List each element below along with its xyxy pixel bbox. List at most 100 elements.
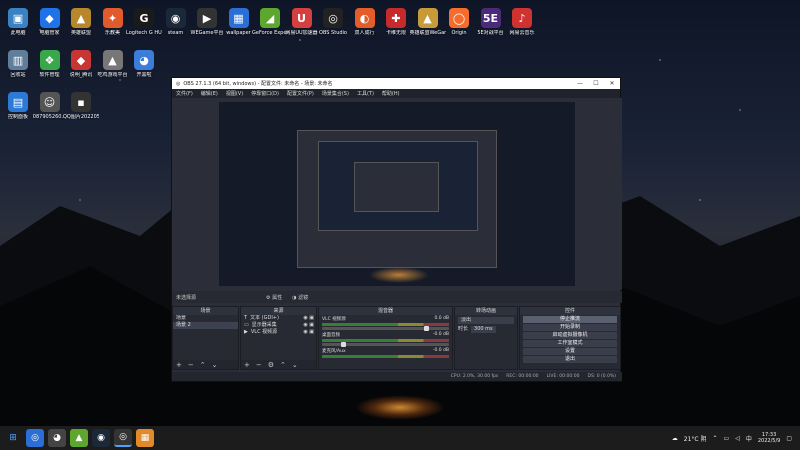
nested-capture-1	[297, 130, 497, 268]
desktop-icon-label: QQ图片20220509...	[63, 114, 99, 120]
nested-capture-2	[318, 141, 478, 231]
move-up-button[interactable]: ⌃	[280, 361, 286, 369]
add-scene-button[interactable]: +	[176, 361, 182, 369]
preview-right-margin	[575, 98, 622, 290]
obs-title-bar[interactable]: ◎ OBS 27.1.3 (64 bit, windows) - 配置文件: 未…	[172, 78, 620, 89]
scene-item[interactable]: 场景	[173, 315, 238, 322]
duration-input[interactable]: 300 ms	[471, 326, 496, 333]
scenes-dock-footer: + − ⌃ ⌄	[173, 360, 238, 369]
desktop-icon[interactable]: ▪ QQ图片20220509...	[63, 92, 99, 120]
menu-tools[interactable]: 工具(T)	[357, 90, 374, 97]
clock[interactable]: 17:33 2022/5/9	[758, 432, 780, 444]
taskbar-app-icon[interactable]: ◕	[48, 429, 66, 447]
volume-knob[interactable]	[423, 326, 429, 331]
source-label: VLC 视频源	[250, 329, 278, 335]
settings-button[interactable]: 设置	[523, 348, 617, 355]
move-down-button[interactable]: ⌄	[212, 361, 218, 369]
obs-window-title: OBS 27.1.3 (64 bit, windows) - 配置文件: 未命名…	[183, 81, 333, 87]
status-live: LIVE: 00:00:00	[546, 374, 580, 379]
scene-item[interactable]: 场景 2	[173, 322, 238, 329]
desktop-icon-label: 网易云音乐	[509, 30, 535, 36]
taskbar-app-icon[interactable]: ▲	[70, 429, 88, 447]
close-button[interactable]: ✕	[604, 80, 620, 87]
duration-label: 时长	[458, 326, 469, 332]
mixer-dock-title: 混音器	[319, 307, 452, 315]
desktop-app-icon: ♪	[512, 8, 532, 28]
channel-db: 0.0 dB	[434, 316, 449, 321]
status-rec: REC: 00:00:00	[506, 374, 539, 379]
text-source-icon: T	[244, 315, 248, 321]
filters-button[interactable]: ◑ 滤镜	[292, 294, 308, 301]
taskbar-app-icon[interactable]: ◎	[26, 429, 44, 447]
volume-slider[interactable]	[322, 326, 449, 331]
weather-cloud-icon: ☁	[671, 434, 678, 442]
obs-logo-icon: ◎	[176, 80, 181, 87]
desktop-icon[interactable]: ◕ 开黑啦	[126, 50, 162, 78]
status-bar: CPU: 2.0%, 30.00 fps REC: 00:00:00 LIVE:…	[172, 372, 622, 381]
menu-view[interactable]: 视图(V)	[226, 90, 243, 97]
network-icon[interactable]: ▭	[724, 435, 730, 442]
visibility-eye-icon[interactable]: ◉ ▣	[303, 329, 314, 336]
start-virtual-camera-button[interactable]: 启动虚拟摄像机	[523, 332, 617, 339]
properties-button[interactable]: ⚙ 属性	[266, 294, 282, 301]
status-dropped: DS: 0 (0.0%)	[587, 374, 616, 379]
start-button[interactable]: ⊞	[4, 429, 22, 447]
volume-knob[interactable]	[341, 342, 347, 347]
ime-icon[interactable]: 中	[746, 434, 752, 443]
desktop-app-icon: ▶	[197, 8, 217, 28]
system-tray: ☁ 21°C 阴 ⌃ ▭ ◁ 中 17:33 2022/5/9 ▢	[672, 432, 800, 444]
add-source-button[interactable]: +	[244, 361, 250, 369]
desktop-app-icon: ▤	[8, 92, 28, 112]
exit-button[interactable]: 退出	[523, 356, 617, 363]
obs-menu-bar: 文件(F) 编辑(E) 视图(V) 停靠窗口(D) 配置文件(P) 场景集合(S…	[172, 89, 620, 98]
notification-icon[interactable]: ▢	[786, 435, 792, 442]
menu-edit[interactable]: 编辑(E)	[201, 90, 218, 97]
tray-chevron-icon[interactable]: ⌃	[713, 435, 718, 442]
taskbar-app-icon[interactable]: ▦	[136, 429, 154, 447]
desktop-app-icon: ◎	[323, 8, 343, 28]
source-item[interactable]: T 文本 (GDI+) ◉ ▣	[241, 315, 316, 322]
preview-town-glow	[369, 267, 429, 283]
menu-docks[interactable]: 停靠窗口(D)	[251, 90, 279, 97]
desktop-app-icon: ◆	[39, 8, 60, 28]
desktop-app-icon: ▦	[228, 8, 249, 28]
start-recording-button[interactable]: 开始录制	[523, 324, 617, 331]
visibility-eye-icon[interactable]: ◉ ▣	[303, 322, 314, 329]
taskbar-obs-icon[interactable]: ◎	[114, 429, 132, 447]
volume-slider[interactable]	[322, 342, 449, 347]
town-lights	[355, 395, 445, 420]
remove-source-button[interactable]: −	[256, 361, 262, 369]
source-settings-icon[interactable]: ⚙	[268, 361, 274, 369]
transition-select[interactable]: 淡出	[458, 317, 514, 324]
filters-label: 滤镜	[298, 294, 309, 301]
desktop-app-icon: 5E	[480, 8, 501, 28]
minimize-button[interactable]: —	[572, 80, 588, 87]
move-down-button[interactable]: ⌄	[292, 361, 298, 369]
desktop-app-icon: ▲	[71, 8, 91, 28]
taskbar: ⊞ ◎ ◕ ▲ ◉ ◎ ▦ ☁ 21°C 阴 ⌃ ▭ ◁ 中 17:33 202…	[0, 426, 800, 450]
stop-streaming-button[interactable]: 停止推流	[523, 316, 617, 323]
move-up-button[interactable]: ⌃	[200, 361, 206, 369]
remove-scene-button[interactable]: −	[188, 361, 194, 369]
menu-scene-collection[interactable]: 场景集合(S)	[322, 90, 349, 97]
source-item[interactable]: ▭ 显示器采集 ◉ ▣	[241, 322, 316, 329]
menu-help[interactable]: 帮助(H)	[382, 90, 400, 97]
desktop-app-icon: ▲	[102, 50, 123, 70]
mixer-channel: VLC 视频源 0.0 dB	[319, 315, 452, 331]
sources-dock-footer: + − ⚙ ⌃ ⌄	[241, 360, 316, 369]
preview-canvas[interactable]	[219, 102, 575, 286]
studio-mode-button[interactable]: 工作室模式	[523, 340, 617, 347]
maximize-button[interactable]: ☐	[588, 80, 604, 87]
volume-icon[interactable]: ◁	[735, 435, 740, 442]
menu-profile[interactable]: 配置文件(P)	[287, 90, 314, 97]
obs-window[interactable]: ◎ OBS 27.1.3 (64 bit, windows) - 配置文件: 未…	[171, 77, 622, 382]
volume-meter	[322, 355, 449, 358]
desktop-app-icon: ◐	[354, 8, 375, 28]
desktop-icon[interactable]: ♪ 网易云音乐	[504, 8, 540, 36]
source-item[interactable]: ▶ VLC 视频源 ◉ ▣	[241, 329, 316, 336]
sources-dock: 来源 T 文本 (GDI+) ◉ ▣ ▭ 显示器采集 ◉ ▣ ▶ VLC 视频源…	[240, 306, 317, 370]
weather-text[interactable]: 21°C 阴	[684, 434, 707, 443]
visibility-eye-icon[interactable]: ◉ ▣	[303, 315, 314, 322]
menu-file[interactable]: 文件(F)	[176, 90, 193, 97]
taskbar-steam-icon[interactable]: ◉	[92, 429, 110, 447]
